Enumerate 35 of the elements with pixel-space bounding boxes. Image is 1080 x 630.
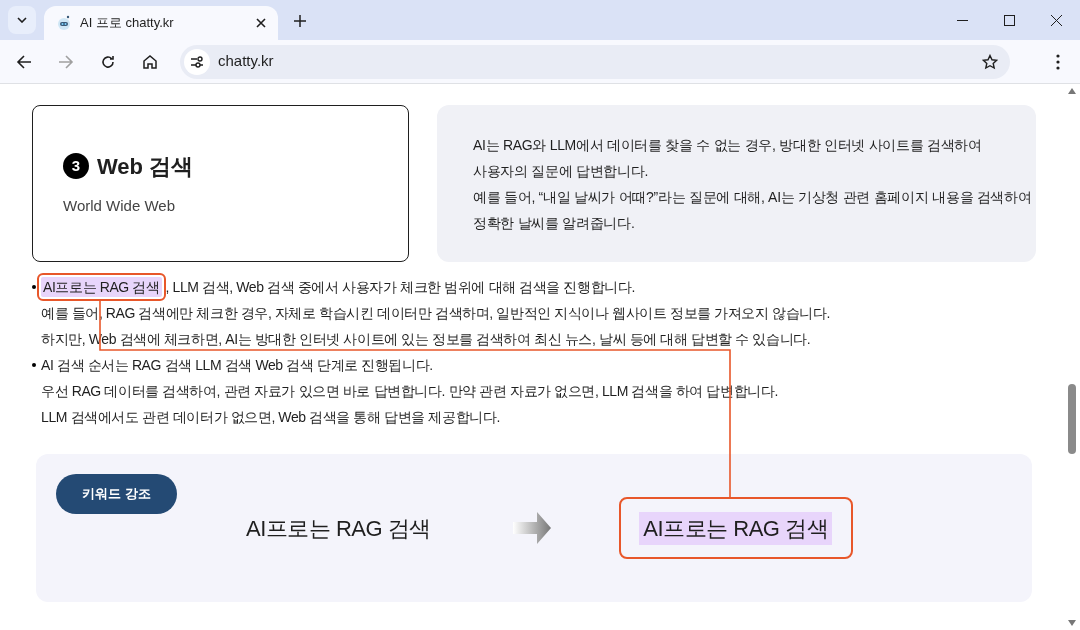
highlighted-phrase: AI프로는 RAG 검색 <box>37 273 166 301</box>
scroll-up-icon[interactable] <box>1068 88 1076 94</box>
bullet-text: LLM 검색에서도 관련 데이터가 없으면, Web 검색을 통해 답변을 제공합니다. <box>41 408 500 427</box>
description-line: 정확한 날씨를 알려줍니다. <box>473 214 635 233</box>
bullet-text: , LLM 검색, Web 검색 중에서 사용자가 체크한 범위에 대해 검색을 진행합니다. <box>165 278 635 297</box>
more-menu-icon[interactable] <box>1056 53 1060 70</box>
close-window-icon[interactable] <box>1051 14 1062 26</box>
home-icon[interactable] <box>142 53 158 70</box>
highlighted-text: AI프로는 RAG 검색 <box>639 511 833 545</box>
new-tab-icon[interactable] <box>294 15 306 27</box>
address-bar[interactable]: chatty.kr <box>180 44 1010 79</box>
close-icon[interactable] <box>256 18 266 28</box>
card-title: Web 검색 <box>97 152 194 181</box>
tab-list-button[interactable] <box>8 6 36 34</box>
card-subtitle: World Wide Web <box>63 195 176 216</box>
description-line: 예를 들어, “내일 날씨가 어때?”라는 질문에 대해, AI는 기상청 관련 홈페이지 내용을 검색하여 <box>473 188 1032 207</box>
reload-icon[interactable] <box>100 53 116 70</box>
tab-title: AI 프로 chatty.kr <box>80 14 175 33</box>
robot-icon <box>56 15 72 31</box>
scroll-down-icon[interactable] <box>1068 620 1076 626</box>
description-line: AI는 RAG와 LLM에서 데이터를 찾을 수 없는 경우, 방대한 인터넷 사이트를 검색하여 <box>473 136 982 155</box>
maximize-icon[interactable] <box>1004 14 1015 26</box>
number-badge: 3 <box>63 153 89 180</box>
bullet-text: AI 검색 순서는 RAG 검색 LLM 검색 Web 검색 단계로 진행됩니다. <box>41 356 433 375</box>
url-text: chatty.kr <box>218 51 275 72</box>
bookmark-star-icon[interactable] <box>982 53 998 70</box>
scrollbar-thumb[interactable] <box>1068 384 1076 454</box>
example-text: AI프로는 RAG 검색 <box>246 514 431 543</box>
browser-tab[interactable]: AI 프로 chatty.kr <box>44 6 278 40</box>
keyword-badge: 키워드 강조 <box>56 474 177 514</box>
site-settings-icon[interactable] <box>184 48 210 75</box>
description-line: 사용자의 질문에 답변합니다. <box>473 162 649 181</box>
chevron-down-icon <box>17 17 27 23</box>
back-icon[interactable] <box>16 53 32 70</box>
arrow-icon <box>512 512 551 544</box>
